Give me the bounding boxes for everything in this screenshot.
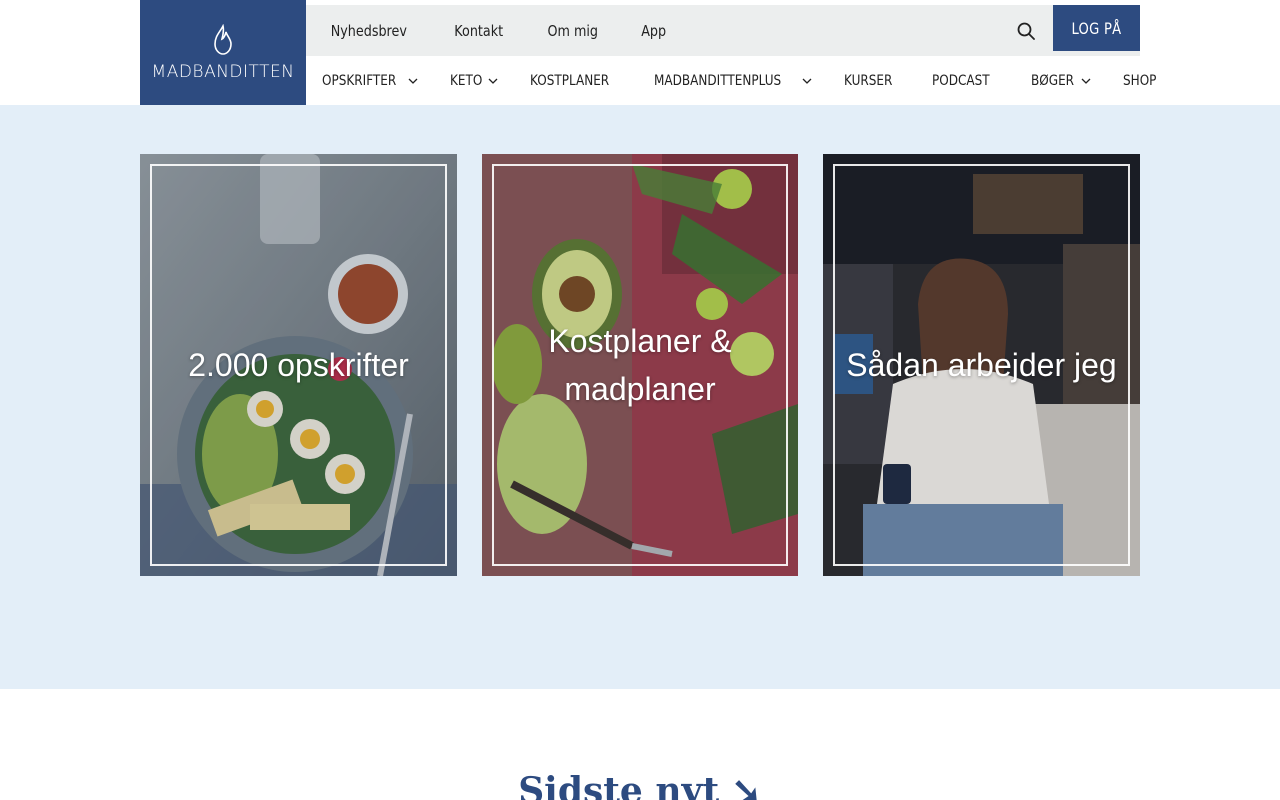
site-header: MADBANDITTEN Nyhedsbrev Kontakt Om mig A… [0,0,1280,105]
latest-news-heading: Sidste nyt ➘ [518,770,762,800]
card-kostplaner[interactable]: Kostplaner & madplaner [482,154,798,576]
logo-text: MADBANDITTEN [151,61,295,82]
flame-icon [214,23,232,55]
search-button[interactable] [1012,18,1040,44]
nav-item-podcast[interactable]: PODCAST [916,73,1015,89]
site-logo[interactable]: MADBANDITTEN [140,0,306,105]
search-icon [1017,22,1035,40]
chevron-down-icon [408,78,418,84]
card-opskrifter[interactable]: 2.000 opskrifter [140,154,457,576]
chevron-down-icon [802,78,812,84]
nav-item-opskrifter[interactable]: OPSKRIFTER [306,73,434,89]
nav-link-kontakt[interactable]: Kontakt [439,22,518,40]
login-label: LOG PÅ [1071,18,1122,38]
nav-item-kurser[interactable]: KURSER [828,73,916,89]
nav-item-kostplaner[interactable]: KOSTPLANER [514,73,638,89]
chevron-down-icon [488,78,498,84]
main-nav: OPSKRIFTER KETO KOSTPLANER MADBANDITTENP… [306,56,1178,105]
nav-item-madbandittenplus[interactable]: MADBANDITTENPLUS [638,73,828,89]
chevron-down-icon [1081,78,1091,84]
nav-item-boger[interactable]: BØGER [1015,73,1107,89]
card-title: 2.000 opskrifter [188,347,409,383]
nav-item-keto[interactable]: KETO [434,73,514,89]
hero-section: 2.000 opskrifter Kostplaner & madplaner [0,105,1280,689]
nav-link-app[interactable]: App [625,22,681,40]
login-button[interactable]: LOG PÅ [1053,5,1140,51]
nav-link-nyhedsbrev[interactable]: Nyhedsbrev [315,22,422,40]
nav-link-om-mig[interactable]: Om mig [532,22,613,40]
card-saadan-arbejder-jeg[interactable]: Sådan arbejder jeg [823,154,1140,576]
utility-nav: Nyhedsbrev Kontakt Om mig App [306,5,686,56]
card-title: Kostplaner & madplaner [548,323,732,407]
top-utility-bar: Nyhedsbrev Kontakt Om mig App LOG PÅ [306,5,1140,56]
card-title: Sådan arbejder jeg [846,347,1117,383]
nav-item-shop[interactable]: SHOP [1107,73,1178,89]
